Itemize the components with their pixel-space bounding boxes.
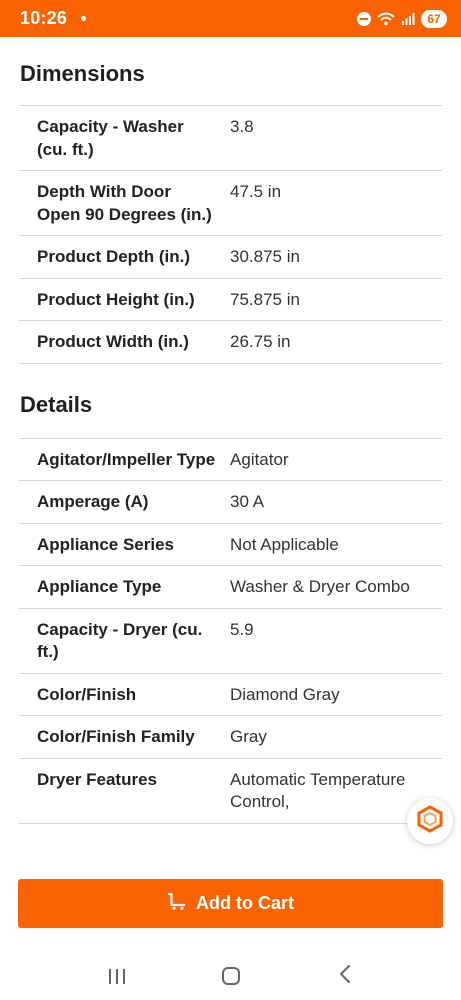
- spec-value: 5.9: [230, 619, 254, 639]
- spec-label: Appliance Type: [37, 577, 162, 596]
- spec-value: Automatic Temperature Control,: [230, 769, 406, 812]
- table-row: Depth With Door Open 90 Degrees (in.) 47…: [19, 171, 442, 236]
- dimensions-heading: Dimensions: [20, 61, 145, 86]
- recent-apps-icon[interactable]: [108, 968, 125, 984]
- product-specifications[interactable]: Dimensions Capacity - Washer (cu. ft.) 3…: [0, 37, 461, 860]
- spec-label: Amperage (A): [37, 492, 149, 511]
- spec-label: Color/Finish: [37, 684, 137, 704]
- details-table: Agitator/Impeller Type Agitator Amperage…: [19, 437, 442, 824]
- spec-label: Appliance Series: [37, 534, 175, 554]
- home-icon[interactable]: [222, 967, 241, 985]
- status-icons: 67: [357, 9, 447, 28]
- spec-label: Capacity - Dryer (cu. ft.): [37, 619, 203, 662]
- add-to-cart-button[interactable]: Add to Cart: [18, 879, 443, 928]
- spec-value: Agitator: [230, 449, 289, 469]
- spec-label: Agitator/Impeller Type: [37, 449, 216, 469]
- spec-label: Color/Finish Family: [37, 727, 195, 746]
- spec-value: 3.8: [230, 117, 254, 136]
- spec-value: Gray: [230, 727, 267, 746]
- back-icon[interactable]: [338, 964, 352, 989]
- spec-value: 47.5 in: [230, 182, 282, 201]
- table-row: Agitator/Impeller Type Agitator: [19, 439, 442, 481]
- spec-value: Diamond Gray: [230, 684, 340, 704]
- spec-label: Product Depth (in.): [37, 247, 190, 266]
- status-time: 10:26: [20, 8, 68, 28]
- spec-label: Dryer Features: [37, 769, 158, 789]
- dimensions-table: Capacity - Washer (cu. ft.) 3.8 Depth Wi…: [19, 105, 442, 364]
- table-row: Color/Finish Family Gray: [19, 716, 442, 759]
- floating-action-button[interactable]: [407, 798, 453, 844]
- do-not-disturb-icon: [357, 11, 371, 26]
- table-row: Color/Finish Diamond Gray: [19, 674, 442, 716]
- table-row: Appliance Series Not Applicable: [19, 524, 442, 566]
- spec-label: Product Height (in.): [37, 289, 195, 309]
- spec-value: 26.75 in: [230, 332, 291, 351]
- table-row: Amperage (A) 30 A: [19, 481, 442, 524]
- spec-label: Capacity - Washer (cu. ft.): [37, 117, 184, 159]
- spec-value: 30.875 in: [230, 247, 300, 266]
- hexagon-icon: [417, 804, 443, 838]
- system-navigation-bar: [0, 954, 461, 998]
- table-row: Appliance Type Washer & Dryer Combo: [19, 566, 442, 609]
- status-bar: 10:26 67: [0, 0, 461, 37]
- table-row: Product Height (in.) 75.875 in: [19, 279, 442, 321]
- notification-dot-icon: [81, 16, 87, 21]
- table-row: Dryer Features Automatic Temperature Con…: [19, 759, 442, 824]
- add-to-cart-label: Add to Cart: [196, 893, 294, 913]
- spec-value: Not Applicable: [230, 534, 339, 554]
- spec-label: Product Width (in.): [37, 332, 189, 351]
- table-row: Product Depth (in.) 30.875 in: [19, 236, 442, 279]
- spec-value: 75.875 in: [230, 289, 300, 309]
- spec-label: Depth With Door Open 90 Degrees (in.): [37, 182, 212, 224]
- table-row: Capacity - Dryer (cu. ft.) 5.9: [19, 609, 442, 674]
- wifi-icon: [377, 12, 395, 26]
- signal-icon: [401, 12, 415, 26]
- spec-value: Washer & Dryer Combo: [230, 577, 410, 596]
- bottom-bar: Add to Cart: [0, 860, 461, 1000]
- details-heading: Details: [20, 391, 93, 417]
- table-row: Product Width (in.) 26.75 in: [19, 321, 442, 364]
- cart-icon: [167, 891, 187, 916]
- table-row: Capacity - Washer (cu. ft.) 3.8: [19, 106, 442, 171]
- spec-value: 30 A: [230, 492, 265, 511]
- battery-icon: 67: [421, 9, 447, 28]
